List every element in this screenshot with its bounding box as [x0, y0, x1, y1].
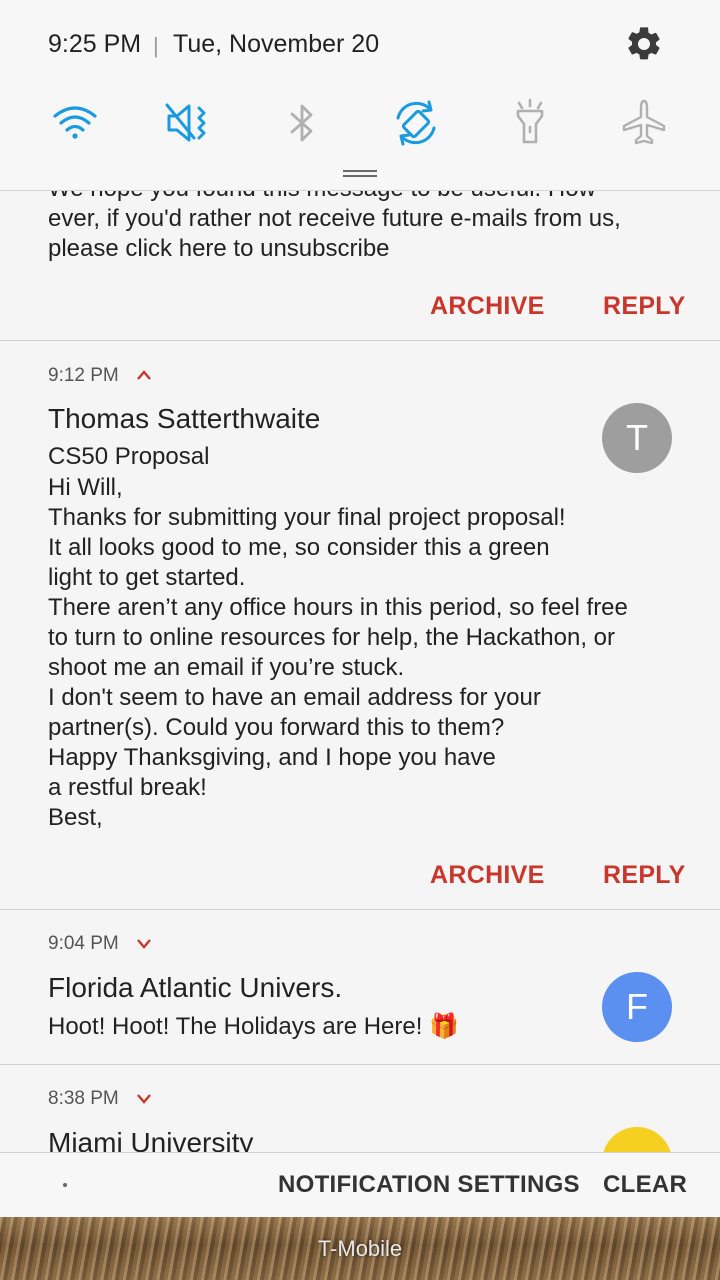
avatar: F — [602, 972, 672, 1042]
avatar — [602, 1127, 672, 1152]
wifi-icon — [53, 106, 97, 139]
airplane-mode-icon — [622, 99, 666, 145]
bluetooth-toggle[interactable] — [275, 96, 329, 150]
auto-rotate-toggle[interactable] — [389, 96, 443, 150]
handle-line — [343, 170, 377, 172]
notification-body-line: Hi Will, — [48, 474, 123, 501]
notification-card-miami[interactable]: 8:38 PM Miami University — [0, 1065, 720, 1152]
sound-toggle[interactable] — [162, 96, 216, 150]
notification-card-thomas[interactable]: 9:12 PM Thomas Satterthwaite CS50 Propos… — [0, 341, 720, 910]
wifi-toggle[interactable] — [48, 96, 102, 150]
expand-chevron-icon[interactable] — [136, 1092, 152, 1104]
date: Tue, November 20 — [173, 30, 380, 58]
collapse-chevron-icon[interactable] — [136, 369, 152, 381]
notification-body-line: a restful break! — [48, 774, 207, 801]
quick-panel: 9:25 PM | Tue, November 20 — [0, 0, 720, 191]
notification-body: Hi Will, Thanks for submitting your fina… — [48, 473, 628, 833]
bluetooth-icon — [290, 104, 313, 142]
notification-time: 9:04 PM — [48, 933, 119, 954]
archive-button[interactable]: ARCHIVE — [430, 861, 545, 890]
carrier-label: T-Mobile — [317, 1236, 403, 1261]
notification-sender: Thomas Satterthwaite — [48, 403, 321, 434]
notification-body-line: shoot me an email if you’re stuck. — [48, 654, 405, 681]
separator: | — [153, 33, 159, 58]
notification-sender: Florida Atlantic Univers. — [48, 972, 343, 1003]
handle-line — [343, 175, 377, 177]
notification-body-line: Happy Thanksgiving, and I hope you have — [48, 744, 496, 771]
gear-icon[interactable] — [624, 24, 664, 64]
notification-body-line: light to get started. — [48, 564, 246, 591]
notification-sender: Miami University — [48, 1127, 254, 1152]
notification-time: 9:12 PM — [48, 365, 119, 386]
notification-subject: CS50 Proposal — [48, 443, 210, 470]
notification-body-line: please click here to unsubscribe — [48, 235, 390, 262]
avatar: T — [602, 403, 672, 473]
panel-drag-handle[interactable] — [343, 170, 377, 178]
notification-body-line: to turn to online resources for help, th… — [48, 624, 615, 651]
page-indicator-dot — [63, 1183, 67, 1187]
notification-card-florida-atlantic[interactable]: 9:04 PM Florida Atlantic Univers. Hoot! … — [0, 910, 720, 1065]
notification-body-line: It all looks good to me, so consider thi… — [48, 534, 550, 561]
reply-button[interactable]: REPLY — [603, 861, 686, 890]
notification-body-line: ever, if you'd rather not receive future… — [48, 205, 621, 232]
bottom-bar: NOTIFICATION SETTINGS CLEAR — [0, 1152, 720, 1217]
reply-button[interactable]: REPLY — [603, 292, 686, 321]
clock: 9:25 PM — [48, 30, 142, 58]
auto-rotate-icon — [396, 100, 436, 146]
notification-subject: Hoot! Hoot! The Holidays are Here! 🎁 — [48, 1013, 459, 1040]
notification-body-line: partner(s). Could you forward this to th… — [48, 714, 505, 741]
clear-button[interactable]: CLEAR — [603, 1171, 687, 1199]
airplane-mode-toggle[interactable] — [617, 96, 671, 150]
notification-body-line: I don't seem to have an email address fo… — [48, 684, 541, 711]
notification-body-line: Best, — [48, 804, 103, 831]
notification-time: 8:38 PM — [48, 1088, 119, 1109]
mute-icon — [165, 103, 206, 142]
notification-body-line: Thanks for submitting your final project… — [48, 504, 566, 531]
expand-chevron-icon[interactable] — [136, 937, 152, 949]
archive-button[interactable]: ARCHIVE — [430, 292, 545, 321]
notification-body-line: There aren’t any office hours in this pe… — [48, 594, 628, 621]
flashlight-icon — [516, 98, 544, 144]
flashlight-toggle[interactable] — [503, 96, 557, 150]
notification-settings-button[interactable]: NOTIFICATION SETTINGS — [278, 1171, 580, 1199]
